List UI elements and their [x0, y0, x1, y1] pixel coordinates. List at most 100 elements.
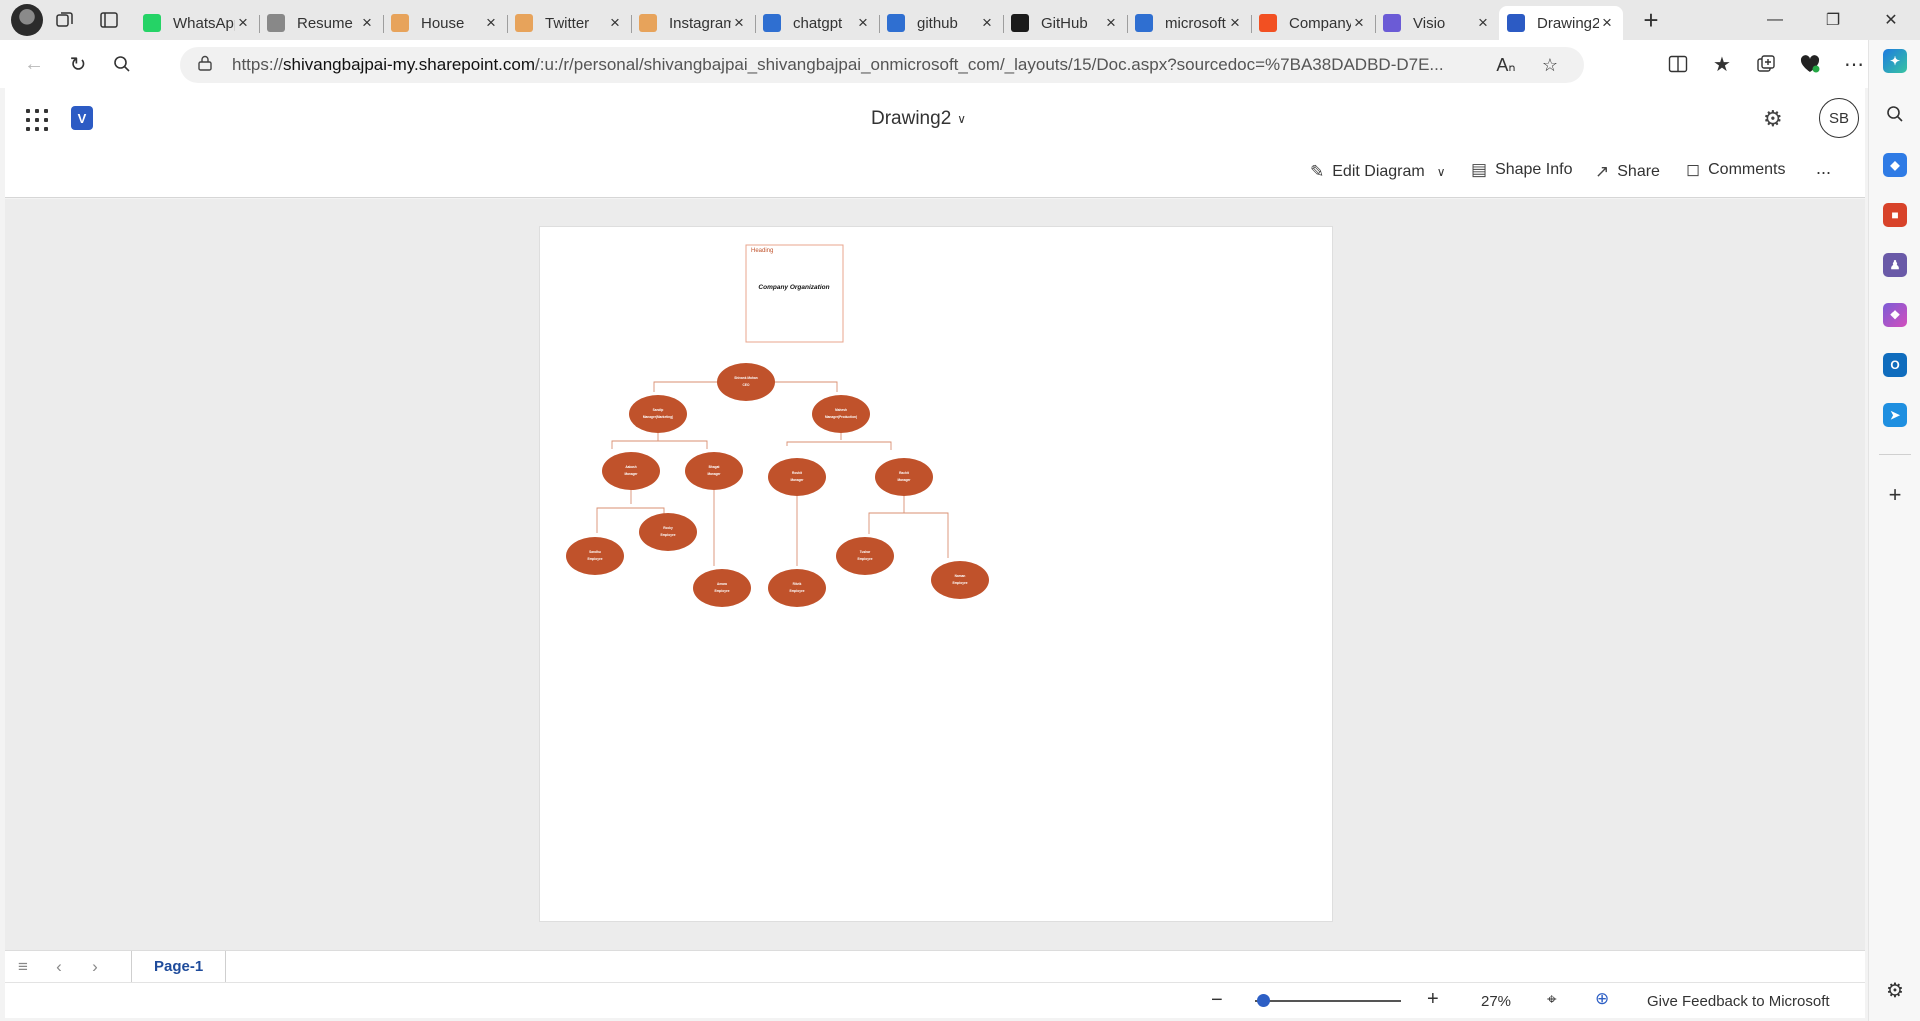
org-node-shape[interactable] — [602, 452, 660, 490]
close-tab-icon[interactable]: × — [607, 13, 623, 33]
org-node[interactable]: Aakash Manager — [602, 452, 660, 490]
org-node-shape[interactable] — [875, 458, 933, 496]
profile-avatar[interactable] — [11, 4, 43, 36]
favorite-star-icon[interactable]: ☆ — [1528, 55, 1572, 76]
outlook-icon[interactable]: O — [1883, 353, 1907, 377]
zoom-slider[interactable] — [1255, 1000, 1401, 1002]
close-tab-icon[interactable]: × — [855, 13, 871, 33]
zoom-out-button[interactable]: − — [1211, 989, 1223, 1012]
close-window-button[interactable]: ✕ — [1862, 0, 1920, 40]
org-node-shape[interactable] — [717, 363, 775, 401]
lock-icon[interactable] — [198, 55, 214, 76]
org-node-shape[interactable] — [812, 395, 870, 433]
fit-to-window-icon[interactable]: ⌖ — [1547, 990, 1557, 1010]
org-node-shape[interactable] — [566, 537, 624, 575]
share-button[interactable]: ↗ Share — [1595, 162, 1660, 182]
drop-icon[interactable]: ➤ — [1883, 403, 1907, 427]
comments-button[interactable]: ◻ Comments — [1686, 160, 1785, 180]
close-tab-icon[interactable]: × — [731, 13, 747, 33]
pages-menu-icon[interactable]: ≡ — [5, 957, 41, 977]
restore-button[interactable]: ❐ — [1804, 0, 1862, 40]
add-sidebar-app-icon[interactable]: + — [1883, 482, 1907, 507]
org-node[interactable]: Shivank Mohan CEO — [717, 363, 775, 401]
browser-tab[interactable]: WhatsApp× — [135, 7, 259, 39]
connector-line[interactable] — [775, 381, 838, 392]
browser-tab[interactable]: House × — [383, 7, 507, 39]
org-node-shape[interactable] — [685, 452, 743, 490]
new-tab-button[interactable]: + — [1631, 0, 1671, 40]
shape-info-button[interactable]: ▤ Shape Info — [1471, 160, 1572, 180]
org-node[interactable]: Sandip Manager(Marketing) — [629, 395, 687, 433]
close-tab-icon[interactable]: × — [483, 13, 499, 33]
org-node[interactable]: Roshit Manager — [768, 458, 826, 496]
games-icon[interactable]: ♟ — [1883, 253, 1907, 277]
org-node[interactable]: Bhagat Manager — [685, 452, 743, 490]
favorites-icon[interactable]: ★ — [1700, 44, 1744, 84]
connector-line[interactable] — [786, 441, 892, 450]
more-options-button[interactable]: ... — [1816, 158, 1831, 179]
read-aloud-icon[interactable]: Aₙ — [1484, 55, 1528, 76]
org-node[interactable]: Sandhu Employee — [566, 537, 624, 575]
org-node[interactable]: Rachit Manager — [875, 458, 933, 496]
browser-tab[interactable]: Visio × — [1375, 7, 1499, 39]
close-tab-icon[interactable]: × — [359, 13, 375, 33]
org-node[interactable]: Tushar Employee — [836, 537, 894, 575]
zoom-magnifier-icon[interactable]: ⊕ — [1595, 989, 1609, 1009]
org-node[interactable]: Mahesh Manager(Production) — [812, 395, 870, 433]
sidebar-settings-icon[interactable]: ⚙ — [1883, 978, 1907, 1002]
org-node[interactable]: Amara Employee — [693, 569, 751, 607]
tab-actions-icon[interactable] — [87, 0, 131, 40]
next-page-icon[interactable]: › — [77, 957, 113, 977]
close-tab-icon[interactable]: × — [979, 13, 995, 33]
connector-line[interactable] — [611, 440, 708, 449]
settings-gear-icon[interactable]: ⚙ — [1763, 106, 1783, 132]
search-icon[interactable] — [100, 44, 144, 84]
zoom-in-button[interactable]: + — [1427, 988, 1439, 1011]
close-tab-icon[interactable]: × — [235, 13, 251, 33]
browser-tab[interactable]: Instagram × — [631, 7, 755, 39]
app-launcher-icon[interactable] — [23, 106, 49, 132]
url-field[interactable]: https://shivangbajpai-my.sharepoint.com/… — [180, 47, 1584, 83]
org-node-shape[interactable] — [693, 569, 751, 607]
org-node[interactable]: Rocky Employee — [639, 513, 697, 551]
back-button[interactable]: ← — [12, 44, 56, 84]
microsoft-365-icon[interactable]: ❖ — [1883, 303, 1907, 327]
browser-tab[interactable]: Twitter × — [507, 7, 631, 39]
browser-tab[interactable]: Drawing2 × — [1499, 6, 1623, 40]
minimize-button[interactable]: — — [1746, 0, 1804, 40]
browser-tab[interactable]: github × — [879, 7, 1003, 39]
search-icon[interactable] — [1883, 102, 1907, 126]
org-node[interactable]: Ritvik Employee — [768, 569, 826, 607]
zoom-level[interactable]: 27% — [1481, 993, 1511, 1010]
browser-tab[interactable]: microsoft × — [1127, 7, 1251, 39]
close-tab-icon[interactable]: × — [1351, 13, 1367, 33]
copilot-icon[interactable]: ✦ — [1883, 49, 1907, 73]
browser-tab[interactable]: Company × — [1251, 7, 1375, 39]
shopping-tag-icon[interactable]: ◆ — [1883, 153, 1907, 177]
close-tab-icon[interactable]: × — [1227, 13, 1243, 33]
drawing-page[interactable]: Heading Company Organization Shivank Moh… — [539, 226, 1333, 922]
previous-page-icon[interactable]: ‹ — [41, 957, 77, 977]
zoom-slider-thumb[interactable] — [1257, 994, 1271, 1007]
user-avatar[interactable]: SB — [1819, 98, 1859, 138]
connector-line[interactable] — [653, 381, 717, 392]
browser-essentials-icon[interactable] — [1788, 44, 1832, 84]
org-node-shape[interactable] — [639, 513, 697, 551]
visio-logo-icon[interactable]: V — [71, 106, 93, 130]
browser-tab[interactable]: GitHub × — [1003, 7, 1127, 39]
tools-icon[interactable]: ■ — [1883, 203, 1907, 227]
close-tab-icon[interactable]: × — [1599, 13, 1615, 33]
org-node[interactable]: Naman Employee — [931, 561, 989, 599]
edit-diagram-button[interactable]: ✎ Edit Diagram ∨ — [1310, 162, 1446, 182]
page-tab-1[interactable]: Page-1 — [131, 950, 227, 983]
org-node-shape[interactable] — [768, 458, 826, 496]
close-tab-icon[interactable]: × — [1475, 13, 1491, 33]
drawing-canvas[interactable]: Heading Company Organization Shivank Moh… — [5, 199, 1865, 950]
close-tab-icon[interactable]: × — [1103, 13, 1119, 33]
org-node-shape[interactable] — [629, 395, 687, 433]
browser-tab[interactable]: Resume × — [259, 7, 383, 39]
org-node-shape[interactable] — [931, 561, 989, 599]
refresh-button[interactable]: ↻ — [56, 44, 100, 84]
org-node-shape[interactable] — [768, 569, 826, 607]
document-title[interactable]: Drawing2 ∨ — [871, 108, 966, 130]
